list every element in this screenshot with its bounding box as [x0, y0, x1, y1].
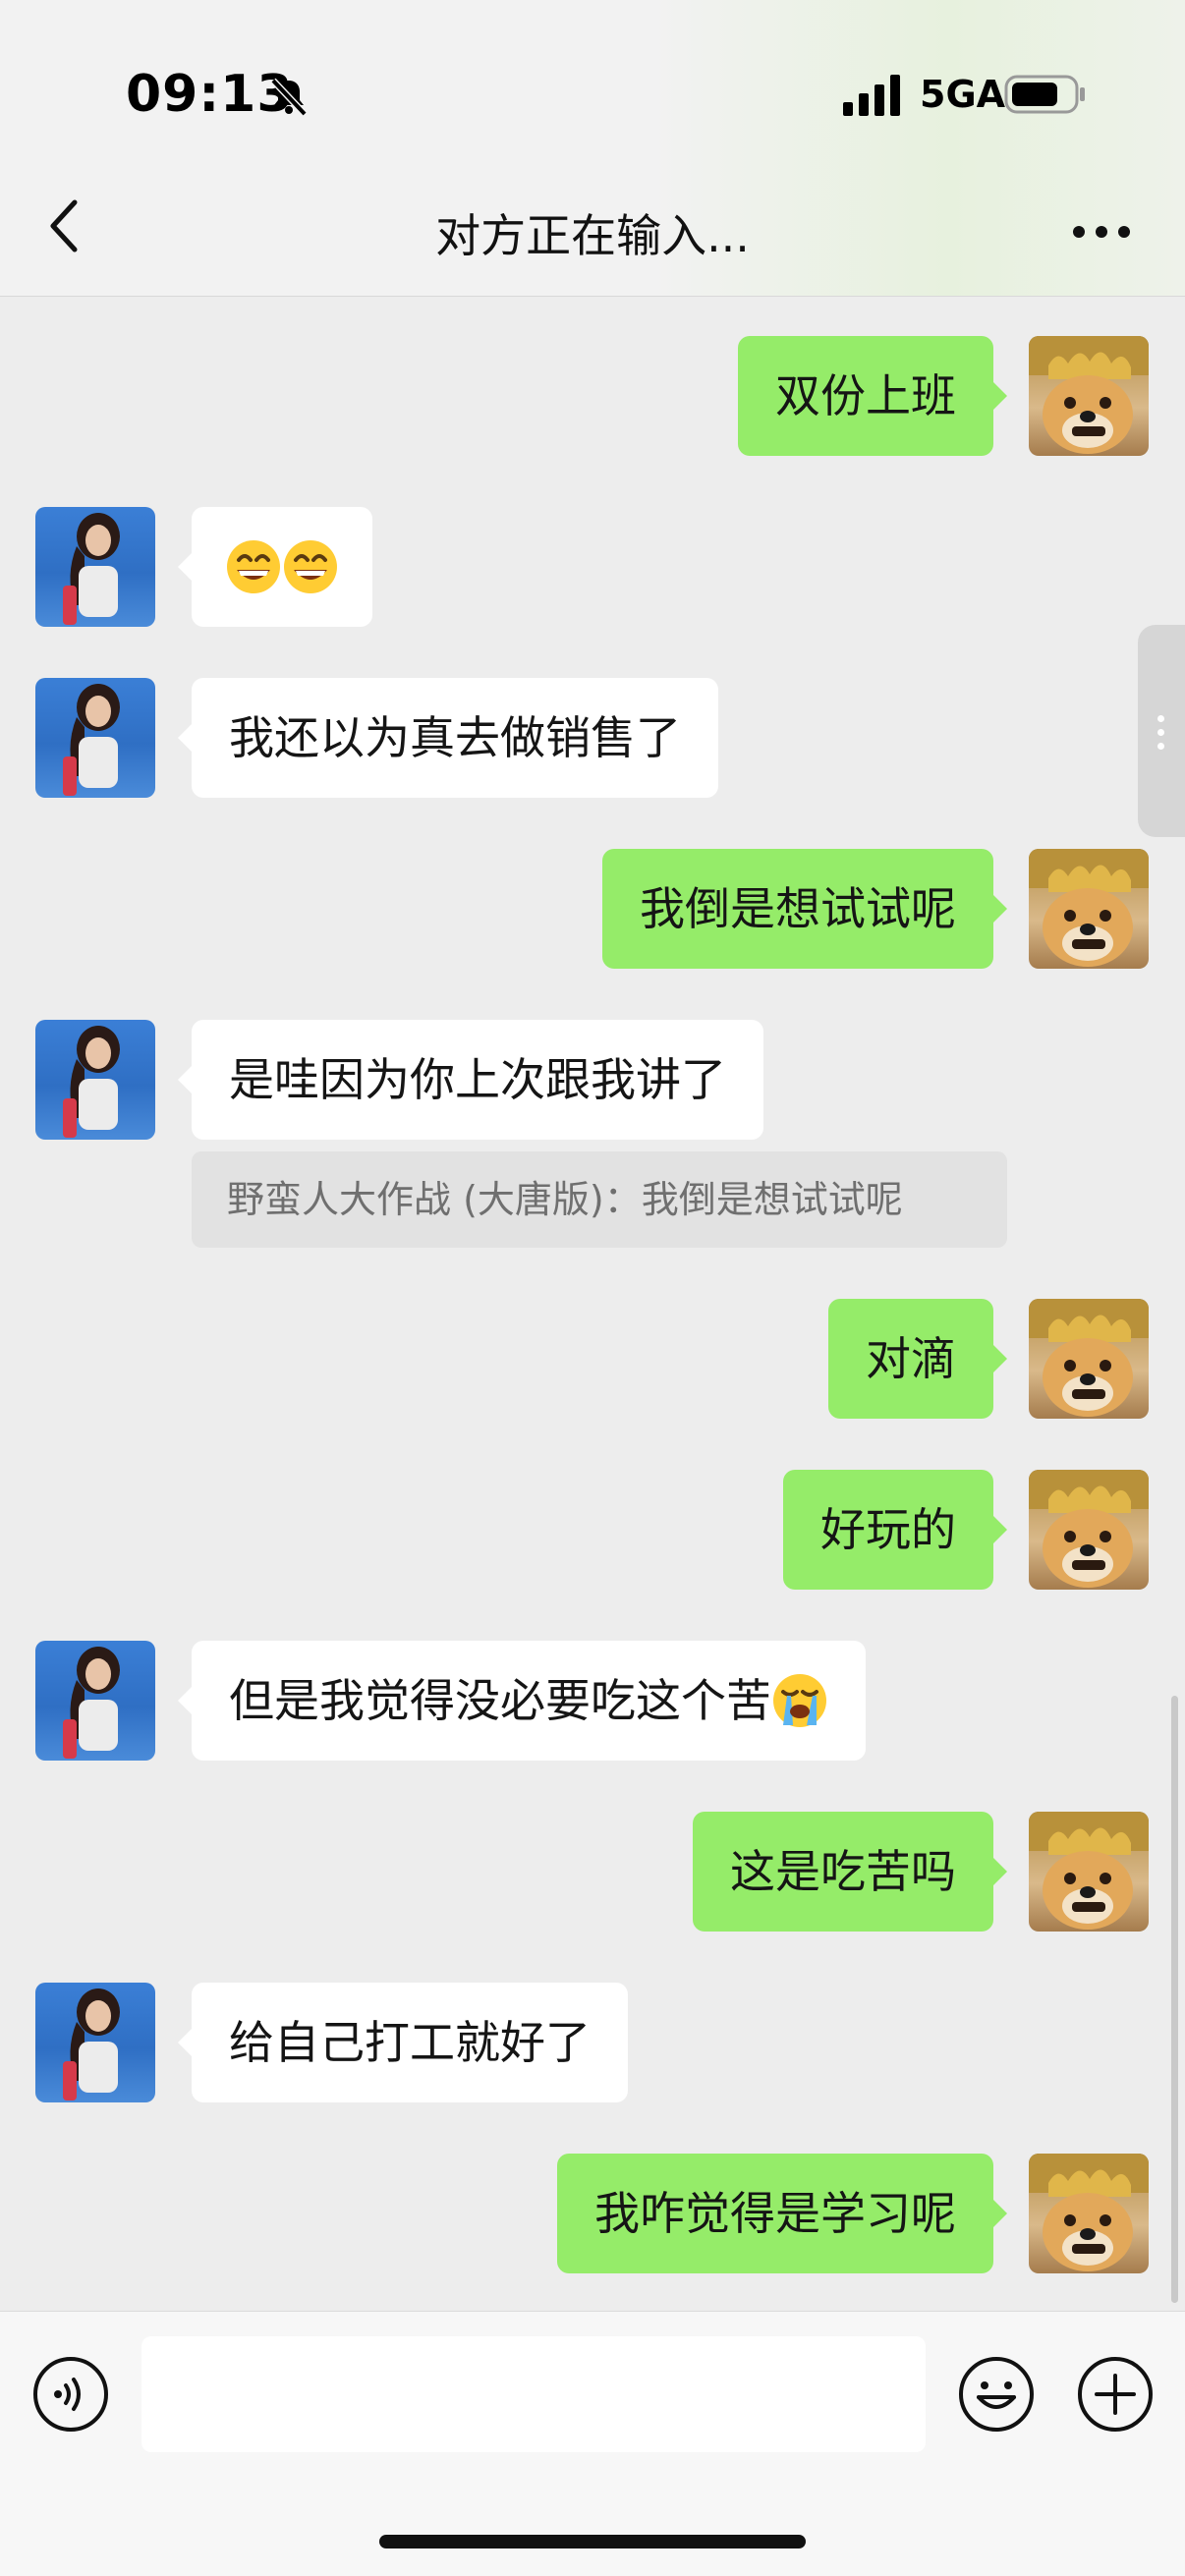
chat-header: 09:13 5GA 对方正在输入...	[0, 0, 1185, 297]
scrollbar[interactable]	[1171, 1696, 1178, 2303]
home-indicator[interactable]	[379, 2535, 806, 2548]
contact-avatar[interactable]	[35, 678, 155, 798]
message-row: 是哇因为你上次跟我讲了	[0, 1020, 1185, 1140]
contact-avatar[interactable]	[35, 507, 155, 627]
more-dots-icon[interactable]	[1071, 212, 1132, 252]
my-avatar[interactable]	[1029, 2154, 1149, 2273]
quoted-message[interactable]: 野蛮人大作战 (大唐版)：我倒是想试试呢	[192, 1151, 1007, 1248]
contact-avatar[interactable]	[35, 1641, 155, 1761]
contact-avatar[interactable]	[35, 1983, 155, 2102]
chat-title: 对方正在输入...	[435, 209, 750, 262]
outgoing-message[interactable]: 我倒是想试试呢	[602, 849, 1007, 969]
message-list[interactable]: 双份上班 我还以为真去做销售了 我倒是想试试呢 是哇因为你上次跟我讲了 野蛮人大…	[0, 297, 1185, 2311]
incoming-message[interactable]: 但是我觉得没必要吃这个苦	[178, 1641, 866, 1761]
message-row: 我咋觉得是学习呢	[0, 2154, 1185, 2273]
incoming-message[interactable]: 我还以为真去做销售了	[178, 678, 718, 798]
message-row: 野蛮人大作战 (大唐版)：我倒是想试试呢	[0, 1151, 1185, 1248]
bell-muted-icon	[270, 78, 308, 117]
outgoing-message[interactable]: 我咋觉得是学习呢	[557, 2154, 1007, 2273]
outgoing-message[interactable]: 双份上班	[738, 336, 1007, 456]
emoji-icon[interactable]	[958, 2356, 1035, 2433]
message-row: 我倒是想试试呢	[0, 849, 1185, 969]
my-avatar[interactable]	[1029, 1470, 1149, 1590]
outgoing-message[interactable]: 对滴	[828, 1299, 1007, 1419]
my-avatar[interactable]	[1029, 849, 1149, 969]
message-row: 好玩的	[0, 1470, 1185, 1590]
my-avatar[interactable]	[1029, 1812, 1149, 1932]
chevron-left-icon[interactable]	[43, 196, 86, 255]
message-input[interactable]	[141, 2336, 926, 2452]
message-row: 但是我觉得没必要吃这个苦	[0, 1641, 1185, 1761]
message-row: 我还以为真去做销售了	[0, 678, 1185, 798]
grinning-face-emoji	[225, 538, 282, 595]
contact-avatar[interactable]	[35, 1020, 155, 1140]
incoming-message[interactable]	[178, 507, 372, 627]
message-row	[0, 507, 1185, 627]
my-avatar[interactable]	[1029, 1299, 1149, 1419]
incoming-message[interactable]: 给自己打工就好了	[178, 1983, 628, 2102]
side-drawer-handle[interactable]	[1138, 625, 1185, 837]
plus-icon[interactable]	[1077, 2356, 1154, 2433]
battery-icon	[1004, 75, 1085, 114]
voice-icon[interactable]	[32, 2356, 109, 2433]
message-row: 给自己打工就好了	[0, 1983, 1185, 2102]
message-row: 对滴	[0, 1299, 1185, 1419]
incoming-message[interactable]: 是哇因为你上次跟我讲了	[178, 1020, 763, 1140]
message-row: 双份上班	[0, 336, 1185, 456]
grinning-face-emoji	[282, 538, 339, 595]
network-type: 5GA	[920, 73, 1006, 116]
my-avatar[interactable]	[1029, 336, 1149, 456]
loudly-crying-face-emoji	[771, 1672, 828, 1729]
cellular-signal-icon	[843, 75, 900, 116]
message-text: 但是我觉得没必要吃这个苦	[229, 1674, 771, 1727]
message-row: 这是吃苦吗	[0, 1812, 1185, 1932]
outgoing-message[interactable]: 好玩的	[783, 1470, 1007, 1590]
outgoing-message[interactable]: 这是吃苦吗	[693, 1812, 1007, 1932]
